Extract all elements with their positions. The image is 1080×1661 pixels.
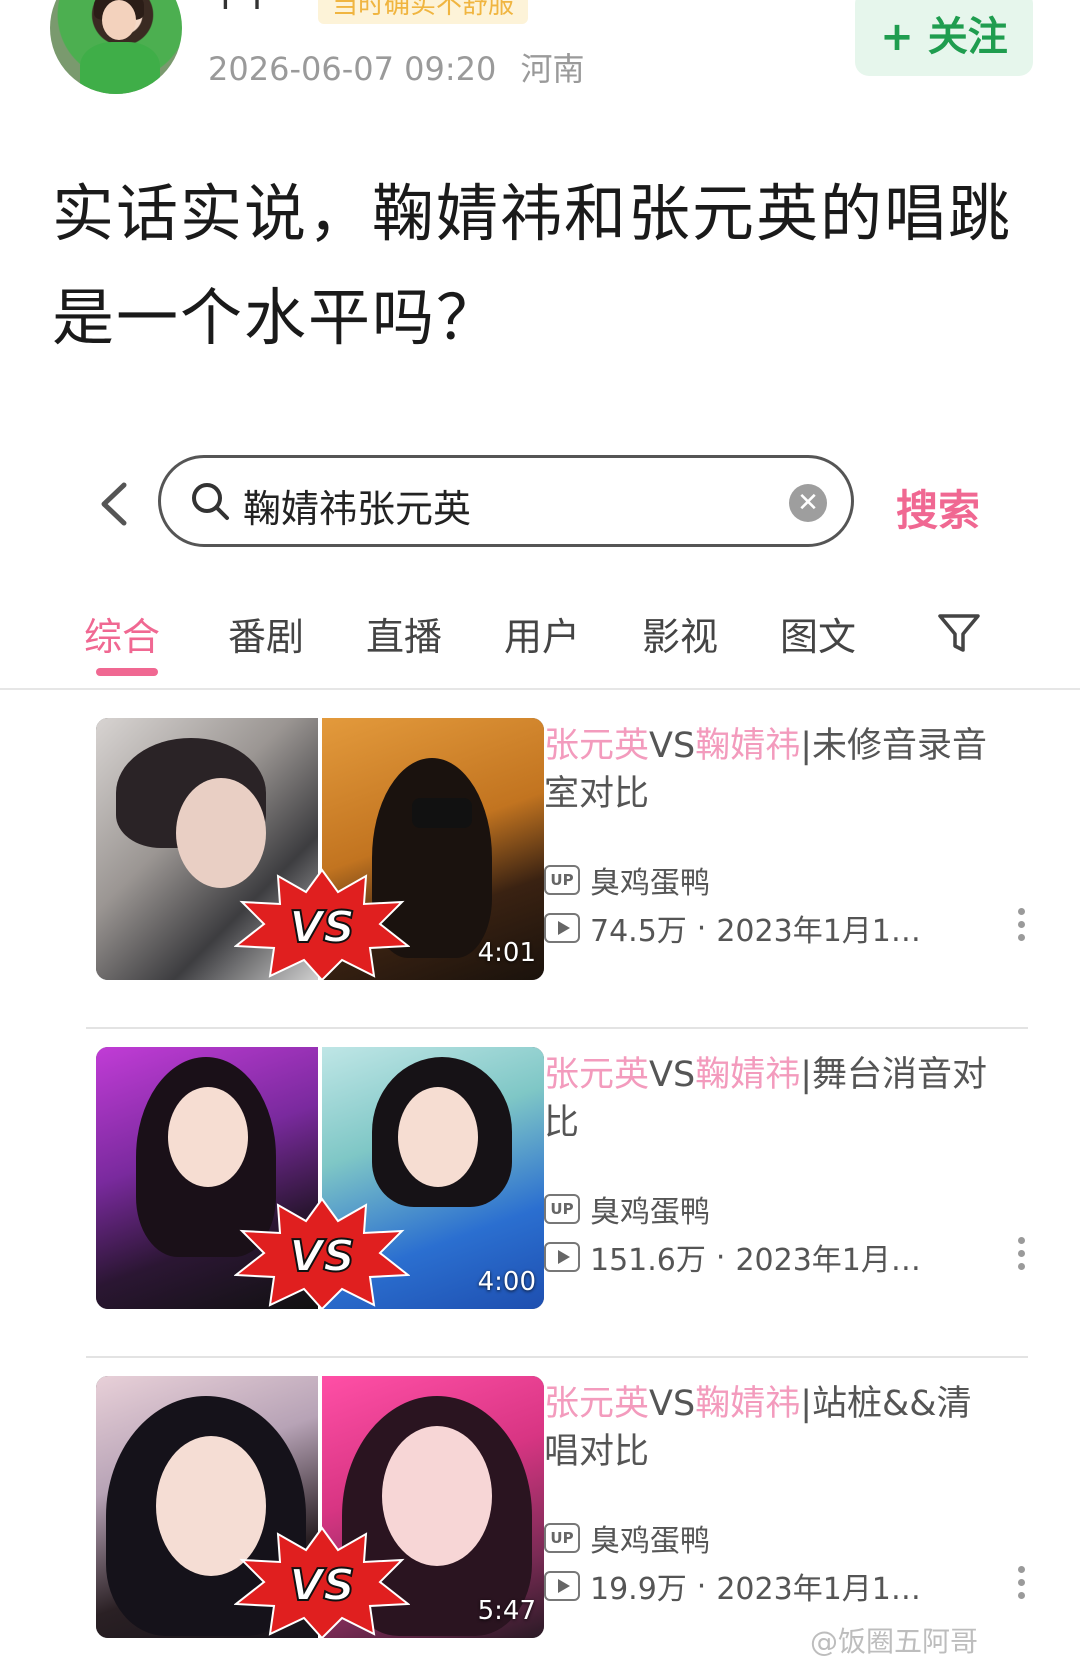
title-vs: VS xyxy=(649,1384,696,1424)
video-title[interactable]: 张元英VS鞠婧祎|未修音录音室对比 xyxy=(544,722,1004,818)
up-badge-icon: UP xyxy=(544,1523,580,1553)
vs-badge-icon: VS xyxy=(234,868,410,980)
uploader[interactable]: UP 臭鸡蛋鸭 xyxy=(544,1516,710,1560)
video-info: 张元英VS鞠婧祎|站桩&&清唱对比 UP 臭鸡蛋鸭 19.9万 · 2023年1… xyxy=(544,1376,1026,1638)
search-icon xyxy=(192,483,229,520)
video-thumbnail[interactable]: VS 4:01 xyxy=(96,718,544,980)
publish-date: 2023年1月… xyxy=(735,1243,921,1278)
watermark: @饭圈五阿哥 xyxy=(810,1620,978,1660)
search-input[interactable]: 鞠婧祎张元英 ✕ xyxy=(158,455,854,547)
video-duration: 5:47 xyxy=(477,1596,536,1626)
username[interactable]: Y Y xyxy=(215,0,267,18)
video-duration: 4:01 xyxy=(477,938,536,968)
more-options-icon[interactable] xyxy=(1016,1566,1026,1606)
tab-active-indicator xyxy=(96,668,158,676)
uploader[interactable]: UP 臭鸡蛋鸭 xyxy=(544,1187,710,1231)
search-query: 鞠婧祎张元英 xyxy=(243,487,472,531)
post-meta: 2026-06-07 09:20 河南 xyxy=(208,44,585,90)
video-result[interactable]: VS 4:00 张元英VS鞠婧祎|舞台消音对比 UP 臭鸡蛋鸭 151.6万 ·… xyxy=(86,1027,1028,1347)
more-options-icon[interactable] xyxy=(1016,1237,1026,1277)
play-count-icon xyxy=(544,1571,580,1601)
title-highlight: 鞠婧祎 xyxy=(695,726,801,766)
clear-icon[interactable]: ✕ xyxy=(789,484,827,522)
uploader-name: 臭鸡蛋鸭 xyxy=(590,1195,710,1230)
user-badge: 当时确实不舒服 xyxy=(318,0,529,24)
tab-bangumi[interactable]: 番剧 xyxy=(228,606,304,661)
video-stats: 151.6万 · 2023年1月… xyxy=(544,1235,921,1279)
title-highlight: 张元英 xyxy=(544,726,650,766)
publish-date: 2023年1月1… xyxy=(716,914,921,949)
title-highlight: 鞠婧祎 xyxy=(695,1384,801,1424)
title-vs: VS xyxy=(649,1055,696,1095)
post-location: 河南 xyxy=(520,50,585,88)
video-result[interactable]: VS 5:47 张元英VS鞠婧祎|站桩&&清唱对比 UP 臭鸡蛋鸭 19.9万 … xyxy=(86,1356,1028,1661)
separator-dot: · xyxy=(715,1239,726,1275)
result-divider xyxy=(86,1027,1028,1029)
tab-film[interactable]: 影视 xyxy=(642,606,718,661)
tab-fade xyxy=(858,600,918,670)
uploader-name: 臭鸡蛋鸭 xyxy=(590,866,710,901)
search-bar-row: 鞠婧祎张元英 ✕ 搜索 xyxy=(0,455,1080,555)
title-highlight: 张元英 xyxy=(544,1384,650,1424)
post-title: 实话实说，鞠婧祎和张元英的唱跳是一个水平吗？ xyxy=(52,177,1013,354)
video-stats: 74.5万 · 2023年1月1… xyxy=(544,906,921,950)
video-duration: 4:00 xyxy=(477,1267,536,1297)
tab-users[interactable]: 用户 xyxy=(504,606,580,661)
more-options-icon[interactable] xyxy=(1016,908,1026,948)
avatar[interactable] xyxy=(50,0,182,94)
video-info: 张元英VS鞠婧祎|未修音录音室对比 UP 臭鸡蛋鸭 74.5万 · 2023年1… xyxy=(544,718,1026,980)
video-info: 张元英VS鞠婧祎|舞台消音对比 UP 臭鸡蛋鸭 151.6万 · 2023年1月… xyxy=(544,1047,1026,1309)
view-count: 19.9万 xyxy=(590,1572,687,1607)
play-count-icon xyxy=(544,913,580,943)
watermark-text: @饭圈五阿哥 xyxy=(810,1625,979,1658)
view-count: 151.6万 xyxy=(590,1243,706,1278)
separator-dot: · xyxy=(696,1568,707,1604)
uploader-name: 臭鸡蛋鸭 xyxy=(590,1524,710,1559)
tab-articles[interactable]: 图文 xyxy=(780,606,856,661)
follow-button[interactable]: + 关注 xyxy=(855,0,1033,76)
vs-badge-icon: VS xyxy=(234,1526,410,1638)
view-count: 74.5万 xyxy=(590,914,687,949)
result-divider xyxy=(86,1356,1028,1358)
separator-dot: · xyxy=(696,910,707,946)
play-count-icon xyxy=(544,1242,580,1272)
avatar-body xyxy=(80,42,160,94)
uploader[interactable]: UP 臭鸡蛋鸭 xyxy=(544,858,710,902)
avatar-face xyxy=(102,0,136,40)
video-stats: 19.9万 · 2023年1月1… xyxy=(544,1564,921,1608)
post-header: Y Y 当时确实不舒服 2026-06-07 09:20 河南 + 关注 xyxy=(0,0,1080,110)
video-title[interactable]: 张元英VS鞠婧祎|舞台消音对比 xyxy=(544,1051,1004,1147)
video-thumbnail[interactable]: VS 5:47 xyxy=(96,1376,544,1638)
tab-live[interactable]: 直播 xyxy=(366,606,442,661)
follow-label: + 关注 xyxy=(880,14,1008,60)
filter-icon[interactable] xyxy=(936,610,982,656)
search-button[interactable]: 搜索 xyxy=(896,477,980,538)
vs-text: VS xyxy=(289,1231,355,1282)
publish-date: 2023年1月1… xyxy=(716,1572,921,1607)
up-badge-icon: UP xyxy=(544,865,580,895)
vs-text: VS xyxy=(289,902,355,953)
vs-badge-icon: VS xyxy=(234,1197,410,1309)
tab-comprehensive[interactable]: 综合 xyxy=(84,606,160,661)
up-badge-icon: UP xyxy=(544,1194,580,1224)
video-thumbnail[interactable]: VS 4:00 xyxy=(96,1047,544,1309)
title-vs: VS xyxy=(649,726,696,766)
video-result[interactable]: VS 4:01 张元英VS鞠婧祎|未修音录音室对比 UP 臭鸡蛋鸭 74.5万 … xyxy=(86,718,1028,1018)
back-arrow-icon[interactable] xyxy=(94,479,134,529)
title-highlight: 张元英 xyxy=(544,1055,650,1095)
tabs-row: 综合 番剧 直播 用户 影视 图文 xyxy=(0,600,1080,690)
post-datetime: 2026-06-07 09:20 xyxy=(208,50,497,88)
vs-text: VS xyxy=(289,1560,355,1611)
video-title[interactable]: 张元英VS鞠婧祎|站桩&&清唱对比 xyxy=(544,1380,1004,1476)
title-highlight: 鞠婧祎 xyxy=(695,1055,801,1095)
